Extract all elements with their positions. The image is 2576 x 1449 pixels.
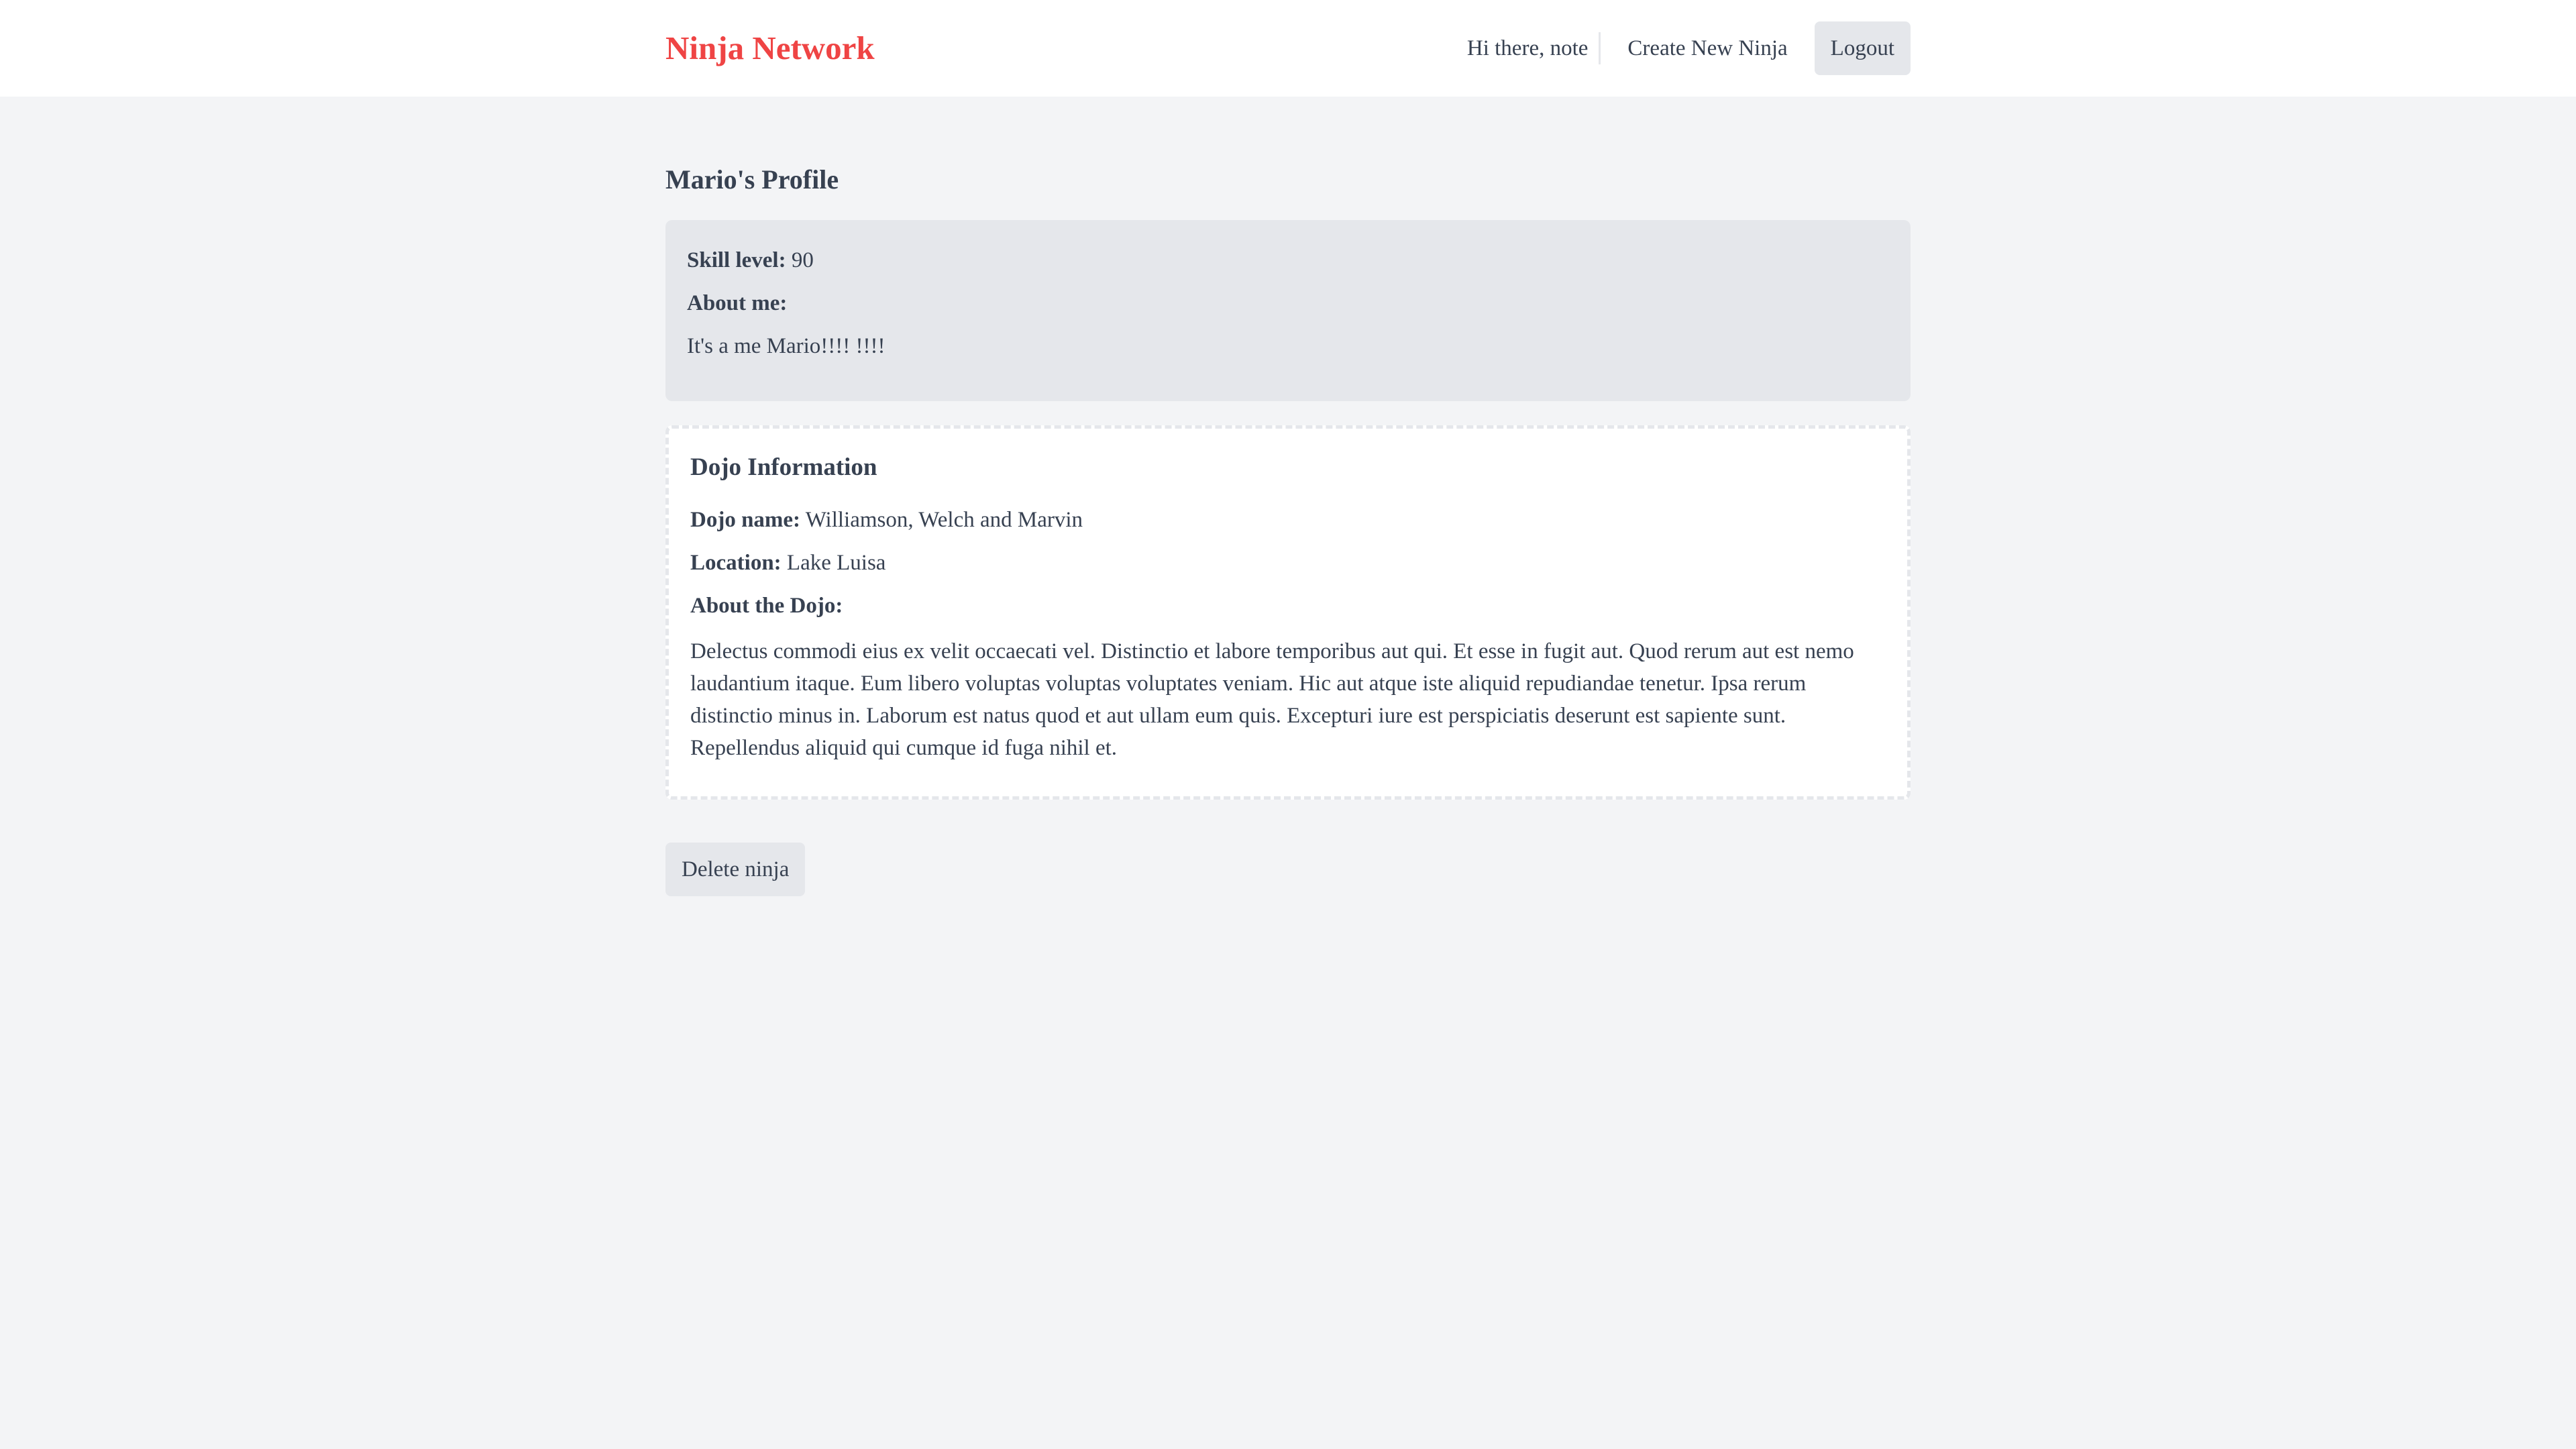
profile-card: Skill level: 90 About me: It's a me Mari… (665, 220, 1911, 401)
skill-level-row: Skill level: 90 (687, 247, 1889, 274)
skill-level-value: 90 (791, 248, 814, 272)
delete-ninja-button[interactable]: Delete ninja (665, 843, 806, 896)
page-title: Mario's Profile (665, 164, 839, 195)
about-dojo-label-row: About the Dojo: (690, 592, 1886, 619)
dojo-information-title: Dojo Information (690, 453, 877, 481)
dojo-location-value: Lake Luisa (786, 551, 886, 575)
logout-button[interactable]: Logout (1814, 21, 1911, 75)
dojo-name-value: Williamson, Welch and Marvin (805, 508, 1083, 532)
about-me-label: About me: (687, 291, 788, 315)
dojo-location-row: Location: Lake Luisa (690, 549, 1886, 576)
about-me-label-row: About me: (687, 290, 1889, 317)
header-nav: Hi there, note Create New Ninja Logout (1467, 21, 1911, 75)
about-dojo-text: Delectus commodi eius ex velit occaecati… (690, 639, 1854, 760)
about-me-text: It's a me Mario!!!! !!!! (687, 334, 885, 358)
create-new-ninja-link[interactable]: Create New Ninja (1601, 21, 1814, 75)
dojo-name-label: Dojo name: (690, 508, 801, 532)
brand-logo-link[interactable]: Ninja Network (665, 27, 875, 70)
dojo-location-label: Location: (690, 551, 782, 575)
user-greeting: Hi there, note (1467, 32, 1601, 64)
about-dojo-label: About the Dojo: (690, 594, 843, 618)
skill-level-label: Skill level: (687, 248, 786, 272)
top-navigation-bar (0, 0, 2576, 97)
dojo-information-card: Dojo Information Dojo name: Williamson, … (665, 425, 1911, 800)
dojo-name-row: Dojo name: Williamson, Welch and Marvin (690, 506, 1886, 533)
